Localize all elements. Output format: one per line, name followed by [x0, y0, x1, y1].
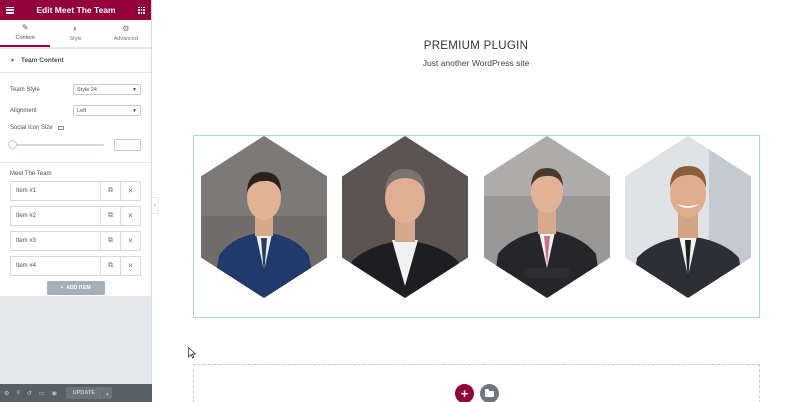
responsive-icon[interactable]: ▭	[39, 390, 45, 397]
repeater-item[interactable]: Item #2 ⧉ ✕	[10, 206, 141, 226]
team-member-photo[interactable]	[625, 136, 751, 298]
caret-down-icon: ▼	[10, 57, 15, 64]
close-icon[interactable]: ✕	[120, 207, 140, 225]
repeater-label: Meet The Team	[10, 171, 52, 177]
panel-header: Edit Meet The Team	[0, 0, 151, 20]
team-style-select[interactable]: Style 24 ▼	[73, 84, 141, 95]
pencil-icon: ✎	[21, 23, 29, 32]
template-library-button[interactable]	[480, 384, 499, 402]
caret-up-icon[interactable]: ▲	[101, 390, 112, 396]
panel-tabs: ✎ Content ◐ Style ⚙ Advanced	[0, 20, 151, 48]
tab-content[interactable]: ✎ Content	[0, 20, 51, 47]
folder-icon	[485, 388, 494, 397]
alignment-value: Left	[77, 107, 87, 114]
repeater-item[interactable]: Item #4 ⧉ ✕	[10, 256, 141, 276]
chevron-down-icon: ▼	[132, 86, 137, 93]
settings-icon[interactable]: ⚙	[4, 390, 9, 397]
add-section-button[interactable]: +	[455, 384, 474, 402]
duplicate-icon[interactable]: ⧉	[100, 182, 120, 200]
editor-panel: Edit Meet The Team ✎ Content ◐ Style ⚙ A…	[0, 0, 152, 402]
team-section[interactable]	[193, 135, 760, 318]
team-style-label: Team Style	[10, 86, 40, 93]
section-team-content[interactable]: ▼ Team Content	[0, 49, 151, 73]
repeater-item[interactable]: Item #1 ⧉ ✕	[10, 181, 141, 201]
panel-title: Edit Meet The Team	[36, 5, 116, 15]
social-icon-size-label: Social Icon Size	[10, 125, 53, 131]
tab-content-label: Content	[15, 35, 35, 41]
team-member-photo[interactable]	[342, 136, 468, 298]
gear-icon: ⚙	[122, 24, 130, 33]
mouse-cursor-icon	[188, 347, 196, 359]
close-icon[interactable]: ✕	[120, 182, 140, 200]
panel-content: ▼ Team Content Team Style Style 24 ▼ Ali…	[0, 49, 151, 296]
site-title[interactable]: PREMIUM PLUGIN	[152, 40, 800, 52]
alignment-select[interactable]: Left ▼	[73, 105, 141, 116]
add-item-label: ADD ITEM	[66, 285, 91, 291]
divider	[0, 162, 151, 163]
repeater-item[interactable]: Item #3 ⧉ ✕	[10, 231, 141, 251]
social-icon-size-input[interactable]	[114, 139, 141, 151]
half-circle-icon: ◐	[73, 24, 78, 33]
collapse-panel-icon[interactable]: ‹	[152, 197, 159, 214]
repeater-item-label: Item #4	[16, 263, 37, 269]
history-icon[interactable]: ↺	[27, 390, 32, 397]
preview-eye-icon[interactable]: ◉	[52, 390, 57, 397]
navigator-icon[interactable]: ≡	[16, 390, 20, 396]
add-section-drop-zone[interactable]	[193, 364, 760, 402]
team-member-photo[interactable]	[484, 136, 610, 298]
tab-style-label: Style	[69, 36, 82, 42]
plus-icon: +	[60, 285, 64, 291]
team-style-control: Team Style Style 24 ▼	[0, 79, 151, 100]
team-member-photo[interactable]	[201, 136, 327, 298]
tab-style[interactable]: ◐ Style	[50, 20, 100, 47]
tab-advanced-label: Advanced	[113, 36, 139, 42]
alignment-control: Alignment Left ▼	[0, 100, 151, 121]
widgets-grid-icon[interactable]	[137, 6, 145, 14]
update-button[interactable]: UPDATE ▲	[65, 387, 112, 399]
repeater-item-label: Item #2	[16, 213, 37, 219]
slider-track[interactable]	[8, 140, 104, 149]
monitor-icon[interactable]	[57, 126, 64, 130]
add-item-button[interactable]: + ADD ITEM	[46, 281, 105, 295]
repeater-item-label: Item #3	[16, 238, 37, 244]
slider-handle[interactable]	[8, 140, 17, 149]
team-style-value: Style 24	[77, 86, 97, 93]
tab-advanced[interactable]: ⚙ Advanced	[101, 20, 151, 47]
close-icon[interactable]: ✕	[120, 257, 140, 275]
duplicate-icon[interactable]: ⧉	[100, 257, 120, 275]
site-tagline: Just another WordPress site	[422, 58, 530, 68]
alignment-label: Alignment	[10, 107, 37, 114]
social-icon-size-control: Social Icon Size	[0, 121, 151, 135]
close-icon[interactable]: ✕	[120, 232, 140, 250]
menu-icon[interactable]	[6, 6, 14, 14]
social-icon-size-slider	[0, 135, 151, 155]
repeater-item-label: Item #1	[16, 188, 37, 194]
duplicate-icon[interactable]: ⧉	[100, 207, 120, 225]
panel-footer: ⚙ ≡ ↺ ▭ ◉ UPDATE ▲	[0, 384, 152, 402]
section-title: Team Content	[20, 57, 64, 64]
duplicate-icon[interactable]: ⧉	[100, 232, 120, 250]
chevron-down-icon: ▼	[132, 107, 137, 114]
update-label: UPDATE	[72, 390, 95, 396]
